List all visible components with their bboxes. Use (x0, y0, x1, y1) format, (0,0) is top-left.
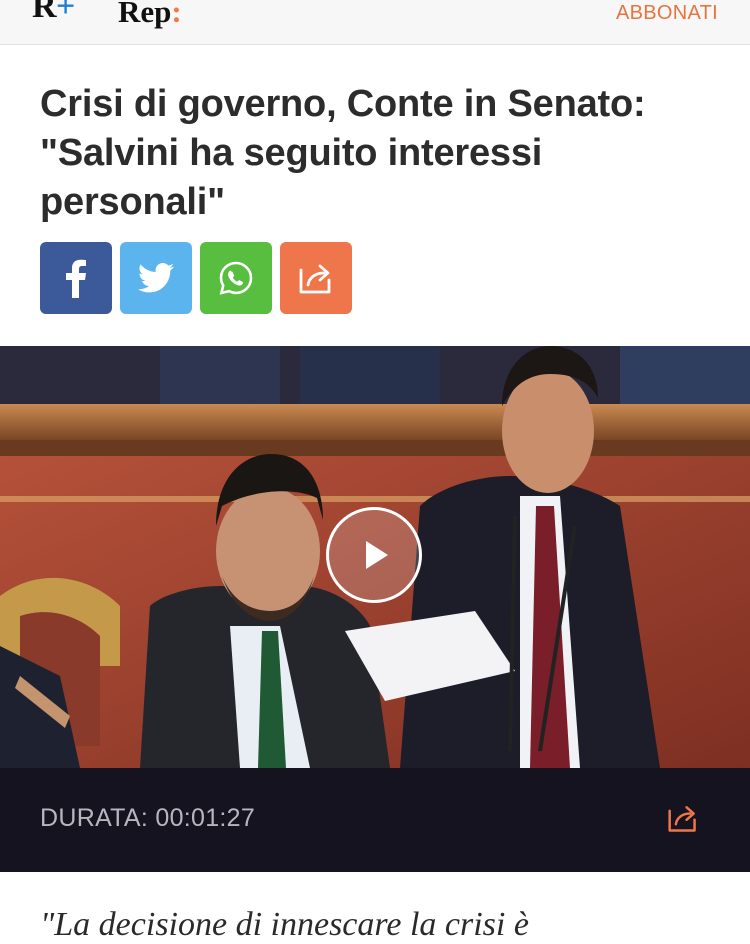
video-info-bar: DURATA: 00:01:27 (0, 768, 750, 872)
video-share-button[interactable] (666, 802, 700, 839)
subscribe-link[interactable]: ABBONATI (616, 2, 718, 25)
article-title: Crisi di governo, Conte in Senato: "Salv… (40, 83, 646, 223)
play-button[interactable] (326, 507, 422, 603)
twitter-icon (138, 263, 174, 293)
rep-logo[interactable]: Rep: (118, 0, 182, 30)
video-duration: DURATA: 00:01:27 (40, 804, 256, 832)
facebook-icon (66, 259, 86, 298)
share-buttons (40, 242, 352, 314)
generic-share-button[interactable] (280, 242, 352, 314)
repubblica-logo[interactable]: R+ (32, 0, 75, 26)
share-icon (668, 806, 696, 832)
logo-letter: R (32, 0, 57, 25)
twitter-share-button[interactable] (120, 242, 192, 314)
whatsapp-share-button[interactable] (200, 242, 272, 314)
article-lead-quote: "La decisione di innescare la crisi è (40, 906, 529, 943)
facebook-share-button[interactable] (40, 242, 112, 314)
logo-rep-colon: : (171, 0, 182, 29)
logo-rep-text: Rep (118, 0, 172, 29)
share-icon (299, 264, 331, 294)
whatsapp-icon (219, 261, 253, 295)
top-bar: R+ Rep: ABBONATI (0, 0, 750, 45)
play-icon (366, 541, 388, 569)
logo-plus-mark: + (55, 0, 75, 25)
